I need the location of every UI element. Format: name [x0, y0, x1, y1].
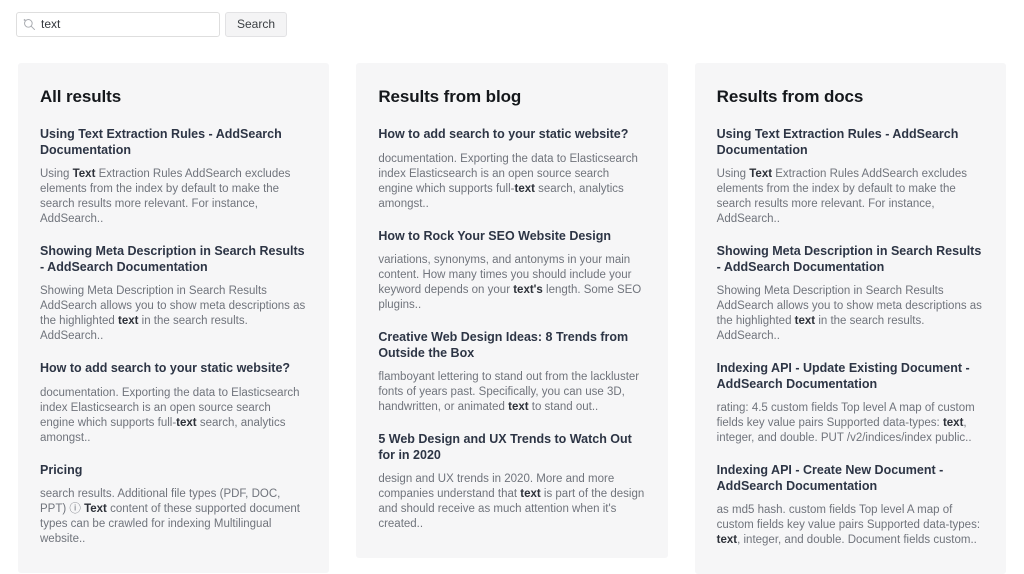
snippet-highlight: Text [84, 503, 107, 515]
result-snippet: flamboyant lettering to stand out from t… [378, 370, 645, 415]
results-list: Using Text Extraction Rules - AddSearch … [717, 127, 984, 548]
result-title-link[interactable]: Pricing [40, 463, 307, 479]
results-card-blog: Results from blog How to add search to y… [356, 63, 668, 558]
snippet-text: rating: 4.5 custom fields Top level A ma… [716, 402, 975, 429]
result-item: Indexing API - Create New Document - Add… [717, 463, 984, 548]
result-title-link[interactable]: Indexing API - Create New Document - Add… [717, 463, 984, 494]
result-snippet: rating: 4.5 custom fields Top level A ma… [717, 401, 984, 446]
result-title-link[interactable]: Using Text Extraction Rules - AddSearch … [717, 127, 984, 158]
result-item: Showing Meta Description in Search Resul… [717, 244, 984, 344]
result-title-link[interactable]: How to add search to your static website… [40, 361, 307, 377]
snippet-text: Using [716, 168, 750, 180]
result-item: Using Text Extraction Rules - AddSearch … [40, 127, 307, 227]
result-snippet: Showing Meta Description in Search Resul… [40, 284, 307, 344]
snippet-highlight: text [942, 417, 964, 429]
result-item: How to add search to your static website… [378, 127, 645, 212]
results-list: How to add search to your static website… [378, 127, 645, 532]
result-snippet: documentation. Exporting the data to Ela… [378, 152, 645, 212]
card-heading: Results from blog [378, 87, 522, 106]
results-list: Using Text Extraction Rules - AddSearch … [40, 127, 307, 547]
result-snippet: documentation. Exporting the data to Ela… [40, 386, 307, 446]
result-title-link[interactable]: Creative Web Design Ideas: 8 Trends from… [378, 330, 645, 361]
snippet-highlight: text [716, 534, 738, 546]
search-bar: Search [16, 12, 288, 37]
snippet-text: to stand out.. [528, 401, 599, 413]
result-item: Using Text Extraction Rules - AddSearch … [717, 127, 984, 227]
result-title-link[interactable]: Showing Meta Description in Search Resul… [40, 244, 307, 275]
card-heading: All results [40, 87, 122, 106]
snippet-text: , integer, and double. Document fields c… [737, 534, 977, 546]
search-button[interactable]: Search [225, 12, 288, 37]
result-item: Pricing search results. Additional file t… [40, 463, 307, 548]
snippet-text: as md5 hash. custom fields Top level A m… [716, 504, 981, 531]
snippet-highlight: text's [513, 284, 543, 296]
result-item: Indexing API - Update Existing Document … [717, 361, 984, 446]
result-snippet: variations, synonyms, and antonyms in yo… [378, 253, 645, 313]
result-title-link[interactable]: How to add search to your static website… [378, 127, 645, 143]
result-title-link[interactable]: Showing Meta Description in Search Resul… [717, 244, 984, 275]
results-card-docs: Results from docs Using Text Extraction … [694, 63, 1006, 574]
result-title-link[interactable]: How to Rock Your SEO Website Design [378, 229, 645, 245]
result-snippet: design and UX trends in 2020. More and m… [378, 472, 645, 532]
result-item: How to Rock Your SEO Website Design varia… [378, 229, 645, 314]
snippet-highlight: text [176, 416, 197, 429]
result-snippet: as md5 hash. custom fields Top level A m… [717, 503, 984, 548]
result-snippet: Showing Meta Description in Search Resul… [717, 284, 984, 344]
snippet-highlight: text [118, 315, 139, 327]
snippet-highlight: Text [749, 168, 773, 180]
search-input[interactable] [41, 17, 213, 32]
result-title-link[interactable]: Using Text Extraction Rules - AddSearch … [40, 127, 307, 158]
result-title-link[interactable]: Indexing API - Update Existing Document … [717, 361, 984, 392]
search-icon [23, 18, 36, 31]
results-card-all: All results Using Text Extraction Rules … [18, 63, 330, 573]
snippet-text: Using [40, 168, 73, 180]
result-item: Showing Meta Description in Search Resul… [40, 244, 307, 344]
result-snippet: Using Text Extraction Rules AddSearch ex… [40, 167, 307, 227]
snippet-highlight: text [514, 182, 535, 195]
result-snippet: search results. Additional file types (P… [40, 487, 307, 547]
result-snippet: Using Text Extraction Rules AddSearch ex… [717, 167, 984, 227]
snippet-highlight: text [794, 315, 816, 327]
result-item: Creative Web Design Ideas: 8 Trends from… [378, 330, 645, 415]
result-item: How to add search to your static website… [40, 361, 307, 446]
card-heading: Results from docs [716, 87, 864, 106]
results-columns: All results Using Text Extraction Rules … [18, 63, 1006, 574]
search-field[interactable] [16, 12, 220, 37]
snippet-highlight: text [520, 488, 541, 500]
snippet-highlight: text [508, 401, 529, 413]
result-title-link[interactable]: 5 Web Design and UX Trends to Watch Out … [378, 432, 645, 463]
snippet-highlight: Text [72, 168, 96, 180]
result-item: 5 Web Design and UX Trends to Watch Out … [378, 432, 645, 532]
